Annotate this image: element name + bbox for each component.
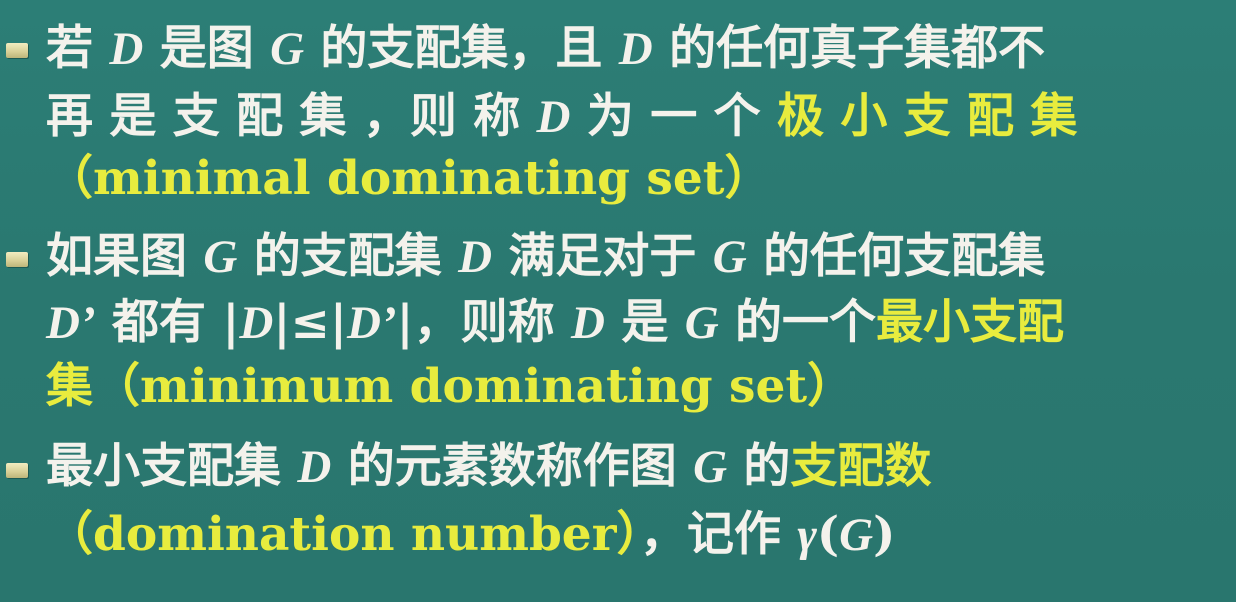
- bullet-1-line-1: 若 D 是图 G 的支配集，且 D 的任何真子集都不: [46, 18, 1045, 80]
- text-segment: 的任何真子集都不: [652, 21, 1046, 76]
- bullet-1-line-2: 再 是 支 配 集 ，则 称 D 为 一 个 极 小 支 配 集: [46, 86, 1077, 148]
- bullet-1-line-3: （minimal dominating set）: [46, 148, 771, 210]
- text-segment: 的一个: [718, 295, 877, 350]
- bullet-square-icon: [6, 252, 28, 267]
- highlight-term: 最小支配: [876, 295, 1065, 350]
- text-segment: 为 一 个: [570, 89, 777, 144]
- math-symbol: D: [239, 297, 274, 349]
- bullet-3-line-2: （domination number），记作 γ(G): [46, 504, 895, 566]
- math-symbol: D: [109, 23, 144, 75]
- math-symbol: G: [684, 297, 719, 349]
- text-segment: 是图: [143, 21, 271, 76]
- text-segment: 若: [46, 21, 110, 76]
- text-segment: 是: [604, 295, 685, 350]
- bullet-square-icon: [6, 463, 28, 478]
- text-segment: 的任何支配集: [746, 229, 1046, 284]
- bullet-square-icon: [6, 43, 28, 58]
- text-segment: 满足对于: [492, 229, 713, 284]
- bullet-3-line-1: 最小支配集 D 的元素数称作图 G 的支配数: [46, 436, 931, 498]
- math-symbol: D: [297, 441, 332, 493]
- bullet-2-line-1: 如果图 G 的支配集 D 满足对于 G 的任何支配集: [46, 226, 1045, 288]
- highlight-term: 集（minimum dominating set）: [46, 359, 855, 414]
- math-symbol: D’: [346, 297, 397, 349]
- math-symbol: G: [693, 441, 728, 493]
- math-symbol: D: [618, 23, 653, 75]
- text-segment: 如果图: [46, 229, 204, 284]
- text-segment: (: [816, 507, 840, 562]
- highlight-term: （domination number）: [46, 507, 640, 562]
- highlight-term: 支配数: [790, 439, 932, 494]
- text-segment: ): [873, 507, 896, 562]
- math-symbol: G: [270, 23, 305, 75]
- math-symbol: G: [203, 231, 238, 283]
- text-segment: 都有 |: [95, 295, 240, 350]
- math-symbol: γ: [797, 509, 817, 561]
- highlight-term: 极 小 支 配 集: [776, 89, 1078, 144]
- math-symbol: D: [458, 231, 493, 283]
- math-symbol: D: [571, 297, 605, 349]
- text-segment: 的: [727, 439, 791, 494]
- text-segment: ，记作: [639, 507, 798, 562]
- text-segment: 最小支配集: [46, 439, 298, 494]
- text-segment: 的支配集: [237, 229, 459, 284]
- text-segment: 的元素数称作图: [331, 439, 694, 494]
- text-segment: 再 是 支 配 集 ，则 称: [46, 89, 537, 144]
- math-symbol: D: [536, 91, 571, 143]
- text-segment: 的支配集，且: [304, 21, 619, 76]
- text-segment: |≤|: [273, 295, 347, 350]
- bullet-2-line-3: 集（minimum dominating set）: [46, 356, 854, 418]
- highlight-term: （minimal dominating set）: [46, 151, 772, 206]
- bullet-2-line-2: D’ 都有 |D|≤|D’|，则称 D 是 G 的一个最小支配: [46, 292, 1064, 354]
- math-symbol: G: [839, 509, 874, 561]
- math-symbol: D’: [46, 297, 96, 349]
- math-symbol: G: [712, 231, 747, 283]
- text-segment: |，则称: [396, 295, 572, 350]
- slide: 若 D 是图 G 的支配集，且 D 的任何真子集都不 再 是 支 配 集 ，则 …: [0, 0, 1236, 602]
